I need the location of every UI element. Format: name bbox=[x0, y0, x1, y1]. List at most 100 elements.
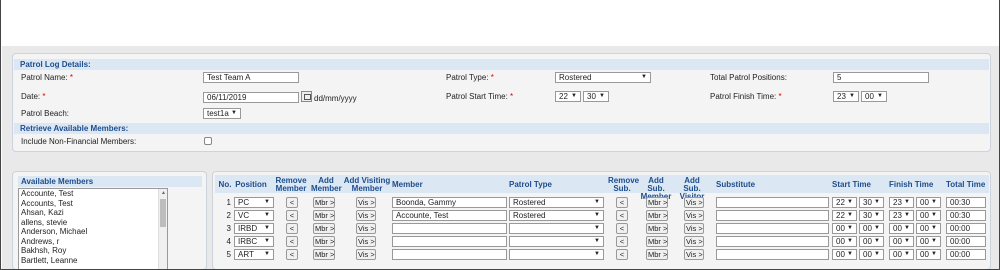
member-field[interactable] bbox=[392, 236, 507, 247]
finish-minute-select[interactable]: 00 ▼ bbox=[916, 249, 941, 260]
remove-sub-button[interactable]: < bbox=[616, 210, 628, 221]
total-time-field[interactable]: 00:30 bbox=[946, 197, 986, 208]
date-input[interactable]: 06/11/2019 bbox=[203, 92, 299, 103]
remove-sub-button[interactable]: < bbox=[616, 197, 628, 208]
patrol-type-select[interactable]: ▼ bbox=[509, 236, 604, 247]
add-sub-visitor-button[interactable]: Vis > bbox=[684, 223, 704, 234]
list-item[interactable]: Andrews, r bbox=[19, 237, 167, 247]
patrol-type-select[interactable]: Rostered ▼ bbox=[555, 72, 651, 83]
add-member-button[interactable]: Mbr > bbox=[313, 210, 335, 221]
substitute-field[interactable] bbox=[716, 197, 829, 208]
start-minute-select[interactable]: 00 ▼ bbox=[859, 223, 884, 234]
add-visiting-member-button[interactable]: Vis > bbox=[356, 236, 376, 247]
start-hour-select[interactable]: 00 ▼ bbox=[832, 249, 857, 260]
position-select[interactable]: ART ▼ bbox=[234, 249, 274, 260]
substitute-field[interactable] bbox=[716, 236, 829, 247]
start-minute-select[interactable]: 30 ▼ bbox=[583, 91, 609, 102]
add-sub-visitor-button[interactable]: Vis > bbox=[684, 197, 704, 208]
remove-sub-button[interactable]: < bbox=[616, 236, 628, 247]
finish-minute-select[interactable]: 00 ▼ bbox=[916, 210, 941, 221]
list-item[interactable]: Anderson, Michael bbox=[19, 227, 167, 237]
remove-member-button[interactable]: < bbox=[286, 210, 298, 221]
start-hour-select[interactable]: 00 ▼ bbox=[832, 223, 857, 234]
position-select[interactable]: IRBD ▼ bbox=[234, 223, 274, 234]
list-item[interactable]: Bartlett, Leanne bbox=[19, 256, 167, 266]
total-positions-input[interactable]: 5 bbox=[833, 72, 929, 83]
total-time-field[interactable]: 00:00 bbox=[946, 236, 986, 247]
list-item[interactable]: Ahsan, Kazi bbox=[19, 208, 167, 218]
col-finish-time: Finish Time bbox=[889, 180, 934, 189]
substitute-field[interactable] bbox=[716, 223, 829, 234]
patrol-type-select[interactable]: ▼ bbox=[509, 223, 604, 234]
patrol-type-select[interactable]: Rostered ▼ bbox=[509, 210, 604, 221]
list-scrollbar[interactable]: ▲ bbox=[158, 189, 167, 269]
start-hour-select[interactable]: 22 ▼ bbox=[832, 197, 857, 208]
finish-minute-select[interactable]: 00 ▼ bbox=[916, 223, 941, 234]
list-item[interactable]: allens, stevie bbox=[19, 218, 167, 228]
add-member-button[interactable]: Mbr > bbox=[313, 197, 335, 208]
add-visiting-member-button[interactable]: Vis > bbox=[356, 197, 376, 208]
finish-minute-select[interactable]: 00 ▼ bbox=[916, 197, 941, 208]
start-minute-select[interactable]: 30 ▼ bbox=[859, 197, 884, 208]
calendar-icon[interactable] bbox=[301, 91, 312, 102]
start-hour-select[interactable]: 22 ▼ bbox=[832, 210, 857, 221]
start-minute-select[interactable]: 30 ▼ bbox=[859, 210, 884, 221]
start-minute-select[interactable]: 00 ▼ bbox=[859, 236, 884, 247]
member-field[interactable]: Boonda, Gammy bbox=[392, 197, 507, 208]
add-sub-member-button[interactable]: Mbr > bbox=[646, 197, 668, 208]
position-select[interactable]: IRBC ▼ bbox=[234, 236, 274, 247]
add-sub-member-button[interactable]: Mbr > bbox=[646, 223, 668, 234]
patrol-type-select[interactable]: Rostered ▼ bbox=[509, 197, 604, 208]
position-select[interactable]: PC ▼ bbox=[234, 197, 274, 208]
add-sub-member-button[interactable]: Mbr > bbox=[646, 210, 668, 221]
member-field[interactable] bbox=[392, 249, 507, 260]
table-row: 1 PC ▼ < Mbr > Vis > Boonda, Gammy Rostered ▼ < Mb… bbox=[215, 196, 989, 209]
remove-member-button[interactable]: < bbox=[286, 249, 298, 260]
start-hour-select[interactable]: 00 ▼ bbox=[832, 236, 857, 247]
remove-member-button[interactable]: < bbox=[286, 223, 298, 234]
add-member-button[interactable]: Mbr > bbox=[313, 223, 335, 234]
remove-member-button[interactable]: < bbox=[286, 236, 298, 247]
total-time-field[interactable]: 00:30 bbox=[946, 210, 986, 221]
total-time-field[interactable]: 00:00 bbox=[946, 223, 986, 234]
start-minute-select[interactable]: 00 ▼ bbox=[859, 249, 884, 260]
substitute-field[interactable] bbox=[716, 210, 829, 221]
substitute-field[interactable] bbox=[716, 249, 829, 260]
scrollbar-thumb[interactable] bbox=[160, 199, 166, 227]
add-sub-member-button[interactable]: Mbr > bbox=[646, 236, 668, 247]
non-financial-checkbox[interactable] bbox=[204, 137, 212, 145]
list-item[interactable]: Accounte, Test bbox=[19, 189, 167, 199]
patrol-name-input[interactable]: Test Team A bbox=[203, 72, 299, 83]
patrol-beach-select[interactable]: test1a ▼ bbox=[203, 108, 241, 119]
list-item[interactable]: Bakhsh, Roy bbox=[19, 246, 167, 256]
remove-member-button[interactable]: < bbox=[286, 197, 298, 208]
add-visiting-member-button[interactable]: Vis > bbox=[356, 249, 376, 260]
member-field[interactable]: Accounte, Test bbox=[392, 210, 507, 221]
add-member-button[interactable]: Mbr > bbox=[313, 236, 335, 247]
start-hour-select[interactable]: 22 ▼ bbox=[555, 91, 581, 102]
remove-sub-button[interactable]: < bbox=[616, 223, 628, 234]
member-field[interactable] bbox=[392, 223, 507, 234]
finish-hour-select[interactable]: 23 ▼ bbox=[889, 210, 914, 221]
total-time-field[interactable]: 00:00 bbox=[946, 249, 986, 260]
add-visiting-member-button[interactable]: Vis > bbox=[356, 223, 376, 234]
finish-hour-select[interactable]: 23 ▼ bbox=[833, 91, 859, 102]
finish-hour-select[interactable]: 00 ▼ bbox=[889, 223, 914, 234]
list-item[interactable]: Accounts, Test bbox=[19, 199, 167, 209]
finish-minute-select[interactable]: 00 ▼ bbox=[916, 236, 941, 247]
add-sub-member-button[interactable]: Mbr > bbox=[646, 249, 668, 260]
finish-hour-select[interactable]: 23 ▼ bbox=[889, 197, 914, 208]
remove-sub-button[interactable]: < bbox=[616, 249, 628, 260]
add-member-button[interactable]: Mbr > bbox=[313, 249, 335, 260]
add-sub-visitor-button[interactable]: Vis > bbox=[684, 249, 704, 260]
available-members-list[interactable]: Accounte, Test Accounts, Test Ahsan, Kaz… bbox=[18, 188, 168, 269]
finish-minute-select[interactable]: 00 ▼ bbox=[861, 91, 887, 102]
finish-hour-select[interactable]: 00 ▼ bbox=[889, 249, 914, 260]
finish-hour-select[interactable]: 00 ▼ bbox=[889, 236, 914, 247]
patrol-type-select[interactable]: ▼ bbox=[509, 249, 604, 260]
scroll-up-icon[interactable]: ▲ bbox=[161, 190, 166, 196]
add-sub-visitor-button[interactable]: Vis > bbox=[684, 210, 704, 221]
add-sub-visitor-button[interactable]: Vis > bbox=[684, 236, 704, 247]
add-visiting-member-button[interactable]: Vis > bbox=[356, 210, 376, 221]
position-select[interactable]: VC ▼ bbox=[234, 210, 274, 221]
